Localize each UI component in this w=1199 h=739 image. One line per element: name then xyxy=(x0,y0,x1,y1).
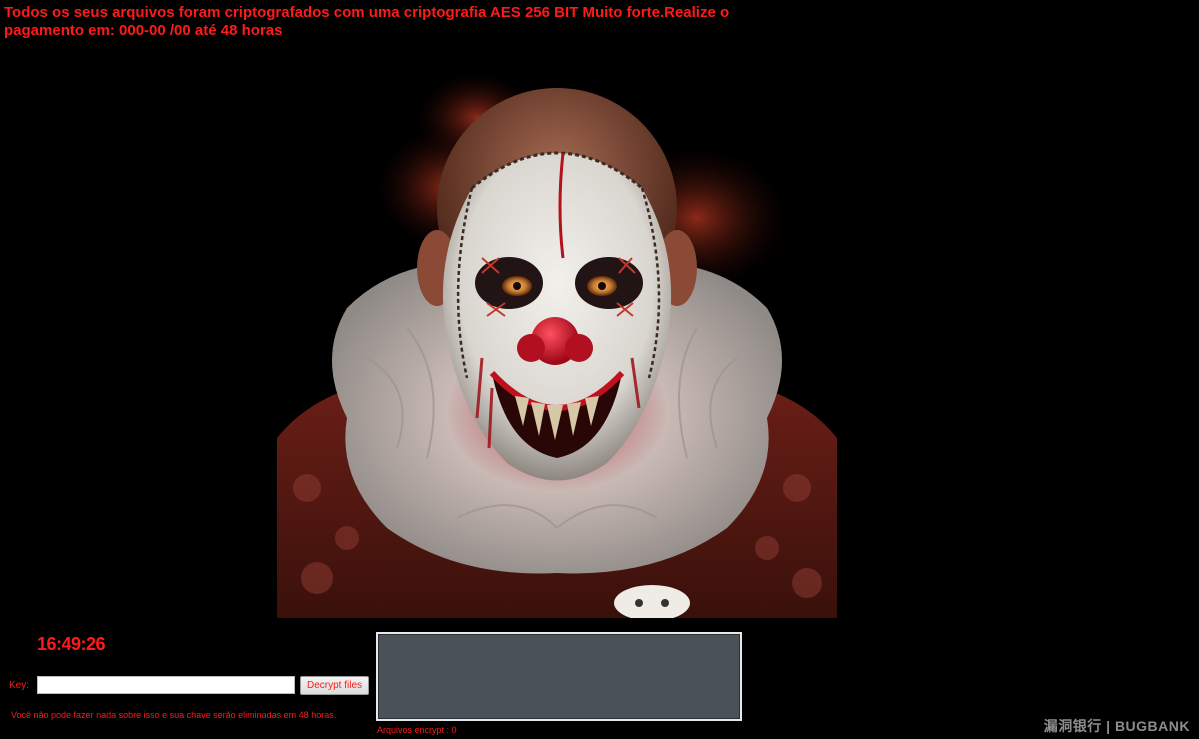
countdown-timer: 16:49:26 xyxy=(37,634,106,654)
warning-text: Você não pode fazer nada sobre isso e su… xyxy=(11,710,337,720)
ransom-window: Todos os seus arquivos foram criptografa… xyxy=(0,0,1199,739)
clown-portrait-image xyxy=(277,58,837,618)
bugbank-watermark: 漏洞银行 | BUGBANK xyxy=(1043,718,1190,734)
ransom-headline: Todos os seus arquivos foram criptografa… xyxy=(4,4,730,39)
encryption-log-box[interactable] xyxy=(376,632,742,721)
key-label: Key: xyxy=(9,680,30,691)
encrypted-count-label: Arquivos encrypt : 0 xyxy=(377,725,457,735)
decrypt-files-button[interactable]: Decrypt files xyxy=(300,676,369,695)
key-input[interactable] xyxy=(37,676,295,694)
